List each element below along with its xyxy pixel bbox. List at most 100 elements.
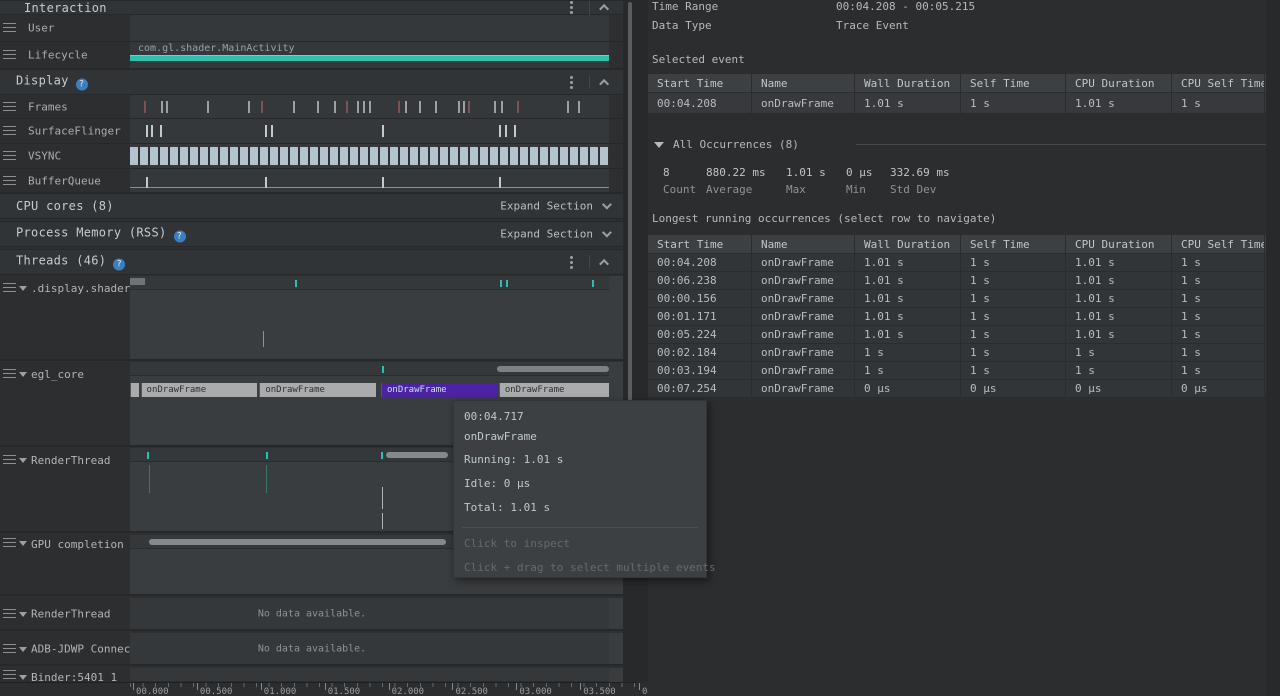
thread-trace-area[interactable]: No data available. [130,633,609,664]
table-cell: 0 μs [961,380,1066,397]
trace-event-sliver[interactable] [382,487,383,509]
frames-track[interactable] [130,95,609,118]
cpu-profiler-window: Interaction User Lifecycle com.gl.shader… [0,0,1280,696]
thread-state-strip[interactable] [130,276,609,290]
table-cell: 1 s [1172,290,1265,307]
drag-handle-icon[interactable] [3,126,16,135]
drag-handle-icon[interactable] [3,670,16,679]
tooltip-running: Running: 1.01 s [464,453,563,466]
trace-event-sliver[interactable] [382,513,383,529]
drag-handle-icon[interactable] [3,455,16,464]
vsync-track[interactable] [130,144,609,168]
drag-handle-icon[interactable] [3,283,16,292]
trace-event-bar[interactable]: onDrawFrame [499,383,609,397]
expand-section-button[interactable]: Expand Section [500,200,609,213]
track-row-vsync: VSYNC [0,144,623,169]
drag-handle-icon[interactable] [3,50,16,59]
surfaceflinger-tick [271,125,273,137]
table-cell: 00:03.194 [648,362,752,379]
bufferqueue-baseline [130,187,609,188]
collapse-section-icon[interactable] [599,78,609,88]
collapse-section-icon[interactable] [599,4,609,14]
track-label: Lifecycle [28,49,88,62]
all-occurrences-header[interactable]: All Occurrences (8) [654,138,799,151]
user-track[interactable] [130,15,609,41]
table-row[interactable]: 00:03.194onDrawFrame1 s1 s1 s1 s [648,362,1267,380]
thread-activity-tick [295,280,297,287]
column-header: Wall Duration [855,74,961,92]
trace-event-sliver[interactable] [266,465,267,493]
surfaceflinger-track[interactable] [130,119,609,143]
trace-event-bar-selected[interactable]: onDrawFrame [381,383,497,397]
section-title: Display? [16,74,88,91]
column-header: CPU Duration [1066,235,1172,253]
tooltip-time: 00:04.717 [464,410,524,423]
time-ruler: 00.00000.50001.00001.50002.00002.50003.0… [130,683,637,696]
table-row[interactable]: 00:01.171onDrawFrame1.01 s1 s1.01 s1 s [648,308,1267,326]
table-row[interactable]: 00:04.208onDrawFrame1.01 s1 s1.01 s1 s [648,254,1267,272]
drag-handle-icon[interactable] [3,644,16,653]
lifecycle-track[interactable]: com.gl.shader.MainActivity [130,42,609,68]
thread-trace-area[interactable] [130,291,609,359]
frame-tick [458,101,460,113]
collapse-thread-icon[interactable] [19,675,27,680]
drag-handle-icon[interactable] [3,176,16,185]
collapse-thread-icon[interactable] [19,458,27,463]
table-row[interactable]: 00:02.184onDrawFrame1 s1 s1 s1 s [648,344,1267,362]
help-icon[interactable]: ? [76,79,88,91]
column-header: Start Time [648,74,752,92]
tooltip-event-name: onDrawFrame [464,430,537,443]
pane-divider [623,0,648,682]
more-options-icon[interactable] [570,81,573,84]
thread-name: ADB-JDWP Connec [31,642,130,655]
table-cell: 1 s [961,93,1066,113]
drag-handle-icon[interactable] [3,102,16,111]
timeline-pane: Interaction User Lifecycle com.gl.shader… [0,0,637,696]
drag-handle-icon[interactable] [3,23,16,32]
collapse-thread-icon[interactable] [19,541,27,546]
bufferqueue-tick [499,177,501,188]
collapse-thread-icon[interactable] [19,286,27,291]
trace-event-sliver[interactable] [263,331,264,347]
column-header: Name [752,235,855,253]
more-options-icon[interactable] [570,261,573,264]
help-icon[interactable]: ? [174,231,186,243]
stat-count: 8Count [663,166,696,196]
drag-handle-icon[interactable] [3,151,16,160]
thread-state-bar[interactable] [386,452,448,458]
more-options-icon[interactable] [570,6,573,9]
thread-state-strip[interactable] [130,668,609,682]
frame-tick [419,101,421,113]
thread-state-bar[interactable] [130,278,145,285]
table-cell: 1 s [1172,272,1265,289]
track-label: SurfaceFlinger [28,125,121,138]
trace-event-bar[interactable]: onDrawFrame [259,383,376,397]
bufferqueue-track[interactable] [130,169,609,192]
table-row[interactable]: 00:00.156onDrawFrame1.01 s1 s1.01 s1 s [648,290,1267,308]
collapse-thread-icon[interactable] [19,647,27,652]
help-icon[interactable]: ? [113,259,125,271]
drag-handle-icon[interactable] [3,369,16,378]
collapse-thread-icon[interactable] [19,612,27,617]
axis-major-tick [197,683,198,690]
lifecycle-activity-bar[interactable] [130,55,609,61]
trace-event-sliver[interactable] [149,465,150,493]
drag-handle-icon[interactable] [3,538,16,547]
collapse-thread-icon[interactable] [19,372,27,377]
expand-section-button[interactable]: Expand Section [500,228,609,241]
trace-event-bar[interactable]: onDrawFrame [141,383,258,397]
thread-state-bar[interactable] [149,539,446,545]
table-row[interactable]: 00:07.254onDrawFrame0 μs0 μs0 μs0 μs [648,380,1267,398]
divider [589,75,590,89]
table-row[interactable]: 00:05.224onDrawFrame1.01 s1 s1.01 s1 s [648,326,1267,344]
stat-label: Count [663,183,696,196]
thread-state-bar[interactable] [497,366,609,372]
table-row[interactable]: 00:06.238onDrawFrame1.01 s1 s1.01 s1 s [648,272,1267,290]
thread-state-strip[interactable] [130,362,609,376]
drag-handle-icon[interactable] [3,609,16,618]
lifecycle-activity-label: com.gl.shader.MainActivity [138,43,295,54]
trace-event-bar[interactable] [130,383,139,397]
collapse-section-icon[interactable] [599,258,609,268]
table-cell: onDrawFrame [752,362,855,379]
thread-trace-area[interactable]: No data available. [130,598,609,629]
